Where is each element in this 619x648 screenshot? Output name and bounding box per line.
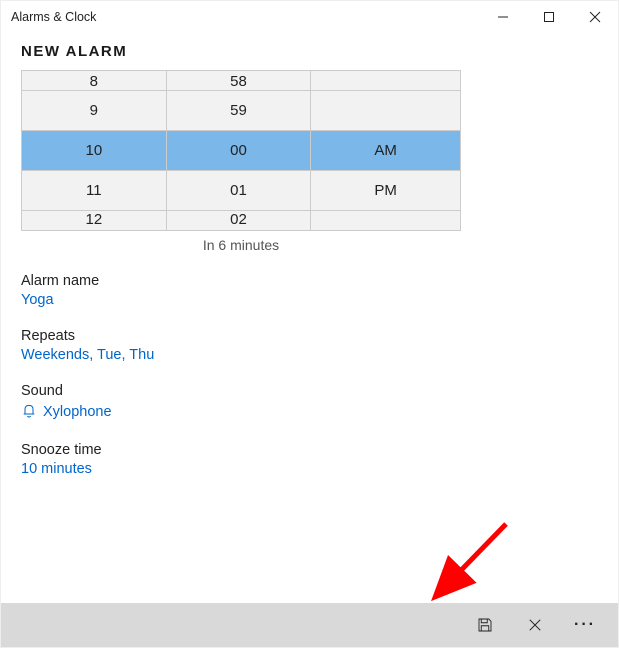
maximize-button[interactable] [526, 1, 572, 33]
time-until: In 6 minutes [21, 237, 461, 253]
sound-label: Sound [21, 383, 598, 399]
minute-option[interactable]: 58 [166, 71, 311, 91]
minute-option[interactable]: 01 [166, 171, 311, 211]
app-window: Alarms & Clock NEW ALARM 8 58 9 59 [0, 0, 619, 648]
time-picker[interactable]: 8 58 9 59 10 00 AM 11 01 PM 12 02 [21, 70, 461, 231]
alarm-name-value[interactable]: Yoga [21, 292, 598, 308]
hour-selected[interactable]: 10 [22, 131, 167, 171]
hour-option[interactable]: 12 [22, 211, 167, 231]
ampm-option[interactable]: PM [311, 171, 461, 211]
minute-selected[interactable]: 00 [166, 131, 311, 171]
more-button[interactable]: ··· [560, 603, 610, 647]
window-controls [480, 1, 618, 33]
titlebar: Alarms & Clock [1, 1, 618, 33]
sound-value-text: Xylophone [43, 404, 112, 420]
snooze-value[interactable]: 10 minutes [21, 461, 598, 477]
command-bar: ··· [1, 603, 618, 647]
snooze-field[interactable]: Snooze time 10 minutes [21, 442, 598, 477]
alarm-name-field[interactable]: Alarm name Yoga [21, 273, 598, 308]
repeats-value[interactable]: Weekends, Tue, Thu [21, 347, 598, 363]
minute-option[interactable]: 02 [166, 211, 311, 231]
ampm-option[interactable] [311, 71, 461, 91]
alarm-name-label: Alarm name [21, 273, 598, 289]
repeats-field[interactable]: Repeats Weekends, Tue, Thu [21, 328, 598, 363]
snooze-label: Snooze time [21, 442, 598, 458]
sound-field[interactable]: Sound Xylophone [21, 383, 598, 422]
ampm-selected[interactable]: AM [311, 131, 461, 171]
ellipsis-icon: ··· [574, 617, 596, 633]
hour-option[interactable]: 9 [22, 91, 167, 131]
minute-option[interactable]: 59 [166, 91, 311, 131]
ampm-option[interactable] [311, 91, 461, 131]
sound-value[interactable]: Xylophone [21, 402, 598, 422]
repeats-label: Repeats [21, 328, 598, 344]
window-title: Alarms & Clock [11, 10, 96, 24]
minimize-button[interactable] [480, 1, 526, 33]
bell-icon [21, 402, 37, 422]
close-button[interactable] [572, 1, 618, 33]
ampm-option[interactable] [311, 211, 461, 231]
save-button[interactable] [460, 603, 510, 647]
cancel-button[interactable] [510, 603, 560, 647]
hour-option[interactable]: 11 [22, 171, 167, 211]
content-area: NEW ALARM 8 58 9 59 10 00 AM 11 01 PM [1, 33, 618, 603]
page-title: NEW ALARM [21, 43, 598, 60]
hour-option[interactable]: 8 [22, 71, 167, 91]
